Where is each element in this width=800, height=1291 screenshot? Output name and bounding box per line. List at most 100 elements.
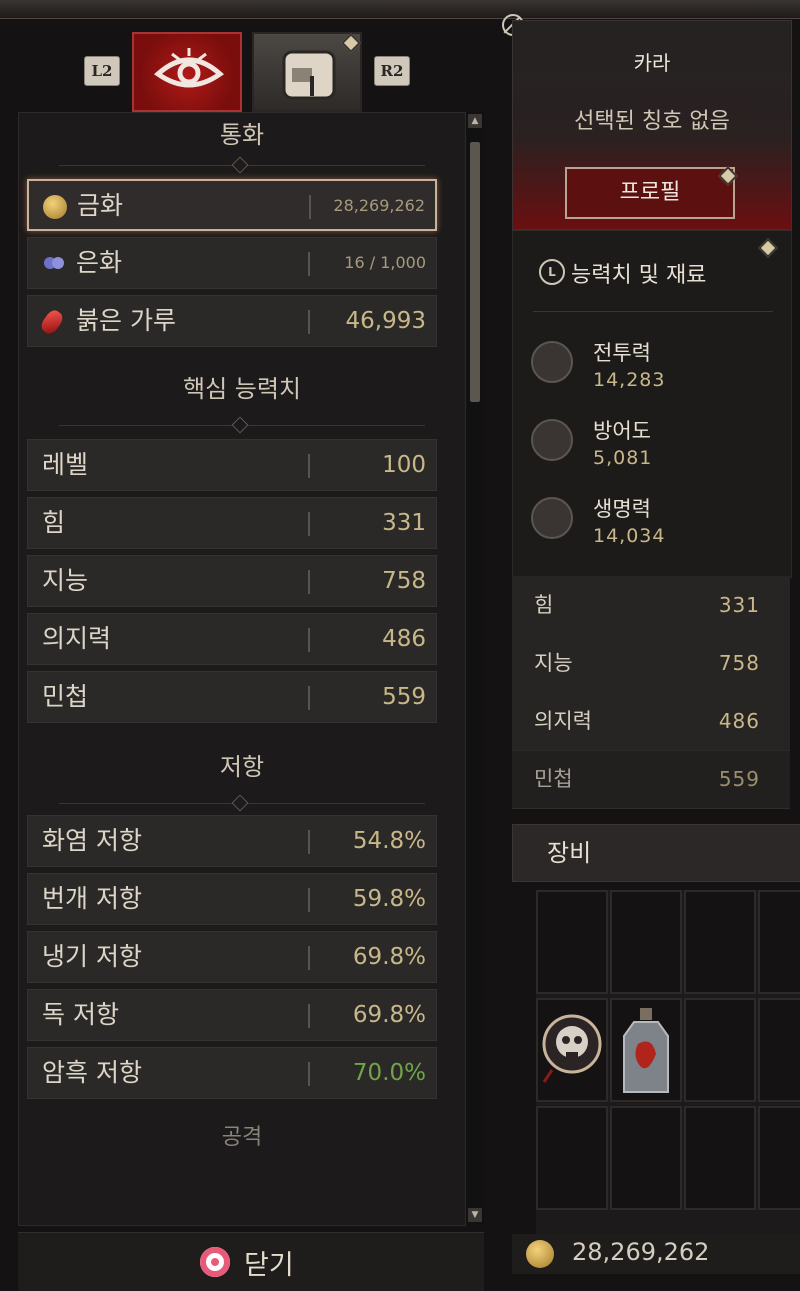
row-separator <box>308 310 310 334</box>
section-divider <box>59 416 425 434</box>
stat-value: 559 <box>382 684 426 710</box>
stats-header: 능력치 및 재료 <box>571 263 707 288</box>
resist-row-lightning[interactable]: 번개 저항 59.8% <box>27 873 437 925</box>
tab-inventory[interactable] <box>252 32 362 112</box>
close-label: 닫기 <box>244 1250 294 1281</box>
profile-button[interactable]: 프로필 <box>565 167 735 219</box>
stat-row-dexterity[interactable]: 민첩 559 <box>27 671 437 723</box>
section-divider <box>59 156 425 174</box>
equipment-grid <box>536 890 800 1236</box>
equipment-slot[interactable] <box>536 1106 608 1210</box>
row-separator <box>308 570 310 594</box>
stat-value: 486 <box>382 626 426 652</box>
stat-row-intelligence[interactable]: 지능 758 <box>27 555 437 607</box>
currency-row-red-dust[interactable]: 붉은 가루 46,993 <box>27 295 437 347</box>
attr-label: 의지력 <box>534 709 592 733</box>
currency-label: 붉은 가루 <box>76 306 176 335</box>
equipment-slot[interactable] <box>610 890 682 994</box>
currency-value: 16 / 1,000 <box>344 253 426 272</box>
equipment-slot[interactable] <box>536 998 608 1102</box>
resist-row-cold[interactable]: 냉기 저항 69.8% <box>27 931 437 983</box>
equipment-slot[interactable] <box>684 1106 756 1210</box>
resist-value: 70.0% <box>352 1060 426 1086</box>
circle-button-icon <box>200 1247 230 1277</box>
skull-amulet-icon <box>542 1014 602 1083</box>
gold-amount: 28,269,262 <box>572 1238 710 1266</box>
stat-row-willpower[interactable]: 의지력 486 <box>27 613 437 665</box>
equipment-slot[interactable] <box>684 890 756 994</box>
attr-label: 지능 <box>534 651 573 675</box>
character-title: 선택된 칭호 없음 <box>574 109 730 134</box>
potion-bottle-icon <box>623 1008 669 1093</box>
equipment-slot[interactable] <box>758 890 800 994</box>
tab-bar: L2 R2 <box>14 20 484 112</box>
resist-row-poison[interactable]: 독 저항 69.8% <box>27 989 437 1041</box>
main-stat-label: 방어도 <box>593 419 651 443</box>
backpack-icon <box>282 50 336 100</box>
stats-materials-box: L 능력치 및 재료 전투력 14,283 방어도 5,081 생명력 14,0… <box>512 230 792 578</box>
resist-value: 54.8% <box>352 828 426 854</box>
equipment-slot[interactable] <box>610 998 682 1102</box>
scrollbar[interactable]: ▲ ▼ <box>466 112 484 1224</box>
character-name: 카라 <box>633 51 671 75</box>
row-separator <box>308 946 310 970</box>
stats-scroll-area[interactable]: 통화 금화 28,269,262 은화 16 / 1,000 붉은 가루 46,… <box>18 112 466 1226</box>
scroll-up-icon[interactable]: ▲ <box>468 114 482 128</box>
attr-row-intelligence[interactable]: 지능 758 <box>512 634 790 693</box>
attr-label: 힘 <box>534 593 554 617</box>
scroll-down-icon[interactable]: ▼ <box>468 1208 482 1222</box>
gold-footer: 28,269,262 <box>512 1234 800 1274</box>
stat-label: 레벨 <box>42 450 89 479</box>
attr-value: 758 <box>718 651 760 675</box>
section-divider <box>59 794 425 812</box>
equipment-header: 장비 <box>512 824 800 882</box>
resist-row-fire[interactable]: 화염 저항 54.8% <box>27 815 437 867</box>
currency-label: 금화 <box>77 191 124 220</box>
resist-label: 독 저항 <box>42 1000 119 1029</box>
equipment-slot[interactable] <box>610 1106 682 1210</box>
currency-label: 은화 <box>76 248 123 277</box>
currency-row-silver[interactable]: 은화 16 / 1,000 <box>27 237 437 289</box>
main-stat-label: 전투력 <box>593 341 651 365</box>
section-title-resistances: 저항 <box>219 753 265 781</box>
equipment-slot[interactable] <box>684 998 756 1102</box>
resist-row-shadow[interactable]: 암흑 저항 70.0% <box>27 1047 437 1099</box>
attr-row-dexterity[interactable]: 민첩 559 <box>512 750 790 809</box>
section-title-core-stats: 핵심 능력치 <box>182 375 302 403</box>
character-summary-panel: 카라 선택된 칭호 없음 프로필 L 능력치 및 재료 전투력 14,283 방… <box>502 14 800 1274</box>
stat-row-level[interactable]: 레벨 100 <box>27 439 437 491</box>
equipment-slot[interactable] <box>536 890 608 994</box>
close-bar[interactable]: 닫기 <box>18 1232 484 1291</box>
attr-value: 486 <box>718 709 760 733</box>
resist-label: 암흑 저항 <box>42 1058 142 1087</box>
tab-character[interactable] <box>132 32 242 112</box>
heart-icon <box>531 497 573 539</box>
attr-row-strength[interactable]: 힘 331 <box>512 576 790 635</box>
shield-icon <box>531 419 573 461</box>
stat-value: 758 <box>382 568 426 594</box>
row-separator <box>308 454 310 478</box>
main-stat-value: 14,283 <box>593 369 666 391</box>
equipment-slot[interactable] <box>758 998 800 1102</box>
resist-value: 69.8% <box>352 1002 426 1028</box>
currency-value: 46,993 <box>345 308 426 334</box>
l-button-icon: L <box>539 259 565 285</box>
stat-label: 지능 <box>42 566 89 595</box>
row-separator <box>308 1062 310 1086</box>
scroll-thumb[interactable] <box>470 142 480 402</box>
silver-icon <box>44 257 64 269</box>
stat-row-strength[interactable]: 힘 331 <box>27 497 437 549</box>
attr-row-willpower[interactable]: 의지력 486 <box>512 692 790 751</box>
equipment-title: 장비 <box>547 839 592 867</box>
attr-label: 민첩 <box>534 767 573 791</box>
stat-label: 의지력 <box>42 624 112 653</box>
gold-coin-icon <box>43 195 67 219</box>
currency-row-gold[interactable]: 금화 28,269,262 <box>27 179 437 231</box>
row-separator <box>308 888 310 912</box>
equipment-slot[interactable] <box>758 1106 800 1210</box>
character-panel: L2 R2 통화 금화 28,269,262 은화 16 / 1,000 붉은 … <box>14 20 484 1291</box>
row-separator <box>309 195 311 219</box>
resist-value: 69.8% <box>352 944 426 970</box>
section-divider <box>533 311 773 312</box>
stat-value: 100 <box>382 452 426 478</box>
